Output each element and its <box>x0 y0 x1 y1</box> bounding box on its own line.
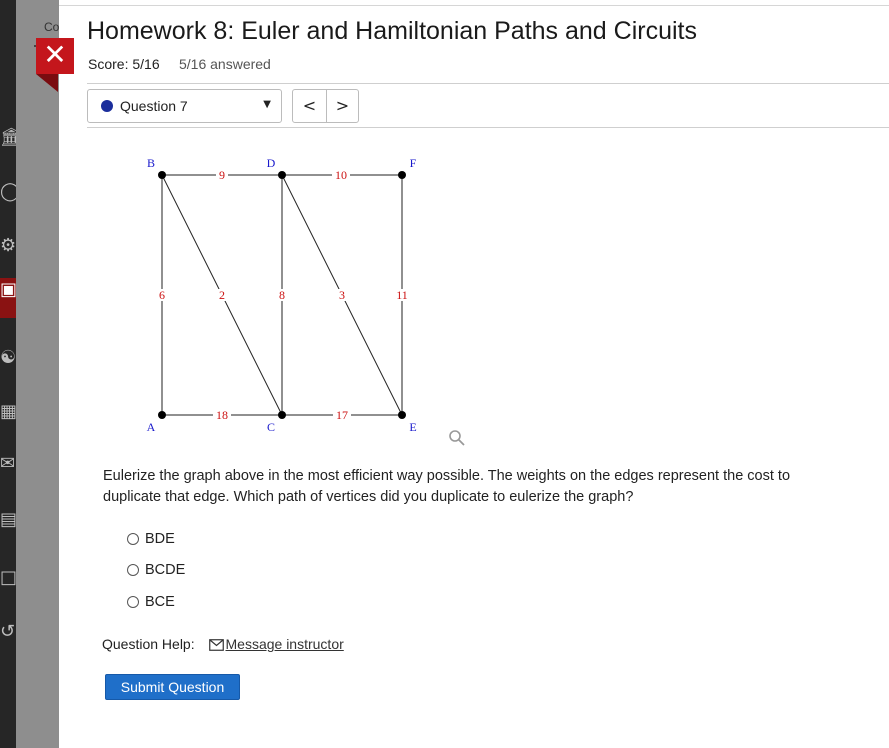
envelope-icon[interactable] <box>208 639 224 651</box>
question-help: Question Help: Message instructor <box>102 636 344 652</box>
previous-question-button[interactable]: < <box>293 90 327 122</box>
caret-down-icon: ▼ <box>263 99 271 110</box>
answer-option[interactable]: BDE <box>127 523 185 555</box>
groups-icon[interactable]: ☯ <box>0 346 16 370</box>
radio-button[interactable] <box>127 532 139 545</box>
course-title-fragment: Co <box>44 20 60 34</box>
question-select[interactable]: Question 7 ▼ <box>87 89 282 123</box>
magnify-icon[interactable] <box>447 428 467 448</box>
page-title: Homework 8: Euler and Hamiltonian Paths … <box>87 17 697 45</box>
vertex-label-d: D <box>267 156 276 170</box>
help-icon[interactable]: ↺ <box>0 620 16 644</box>
lms-sidebar: 🏛 ◯ ⚙ ▣ ☯ ▦ ✉ ▤ □ ↺ <box>0 0 16 748</box>
close-button-flag <box>36 74 58 92</box>
radio-button[interactable] <box>127 595 139 608</box>
account-icon[interactable]: ◯ <box>0 180 16 204</box>
vertex-label-a: A <box>147 420 156 434</box>
weight-label-dc: 8 <box>279 288 285 302</box>
score-text: Score: 5/16 <box>88 56 160 72</box>
commons-icon[interactable]: □ <box>0 566 16 590</box>
question-select-label: Question 7 <box>120 98 188 114</box>
weight-label-ba: 6 <box>159 288 165 302</box>
weight-label-df: 10 <box>335 168 347 182</box>
divider <box>87 127 889 128</box>
question-nav: < > <box>292 89 359 123</box>
weighted-graph: 9 10 6 2 8 3 11 18 17 B D F A C E <box>147 156 417 434</box>
question-text: Eulerize the graph above in the most eff… <box>103 468 791 505</box>
weight-label-bc: 2 <box>219 288 225 302</box>
vertex-c <box>278 411 286 419</box>
weight-label-ac: 18 <box>216 408 228 422</box>
submit-question-button[interactable]: Submit Question <box>105 674 240 700</box>
question-help-label: Question Help: <box>102 636 195 652</box>
answered-count: 5/16 answered <box>179 56 271 72</box>
answer-option-label: BDE <box>145 530 175 547</box>
weight-label-fe: 11 <box>396 288 408 302</box>
vertex-label-e: E <box>409 420 416 434</box>
answer-option[interactable]: BCE <box>127 586 185 618</box>
vertex-f <box>398 171 406 179</box>
weight-label-bd: 9 <box>219 168 225 182</box>
weight-label-ce: 17 <box>336 408 348 422</box>
radio-button[interactable] <box>127 564 139 577</box>
question-status-dot <box>101 100 113 112</box>
answer-option-label: BCDE <box>145 562 186 579</box>
divider <box>87 83 889 84</box>
course-panel-strip: Co <box>16 0 59 748</box>
globe-icon[interactable]: ⚙ <box>0 234 16 258</box>
vertex-label-f: F <box>410 156 417 170</box>
vertex-d <box>278 171 286 179</box>
vertex-a <box>158 411 166 419</box>
weight-label-de: 3 <box>339 288 345 302</box>
answer-option[interactable]: BCDE <box>127 555 185 587</box>
institution-icon[interactable]: 🏛 <box>0 126 16 150</box>
history-icon[interactable]: ▤ <box>0 508 16 532</box>
answer-options: BDE BCDE BCE <box>127 523 185 618</box>
answer-option-label: BCE <box>145 593 175 610</box>
message-instructor-link[interactable]: Message instructor <box>226 636 344 652</box>
vertex-b <box>158 171 166 179</box>
vertex-label-b: B <box>147 156 155 170</box>
calendar-icon[interactable]: ▦ <box>0 400 16 424</box>
next-question-button[interactable]: > <box>326 90 359 122</box>
vertex-label-c: C <box>267 420 275 434</box>
homework-panel: Homework 8: Euler and Hamiltonian Paths … <box>59 0 889 748</box>
vertex-e <box>398 411 406 419</box>
courses-icon[interactable]: ▣ <box>0 278 16 318</box>
inbox-icon[interactable]: ✉ <box>0 452 16 476</box>
